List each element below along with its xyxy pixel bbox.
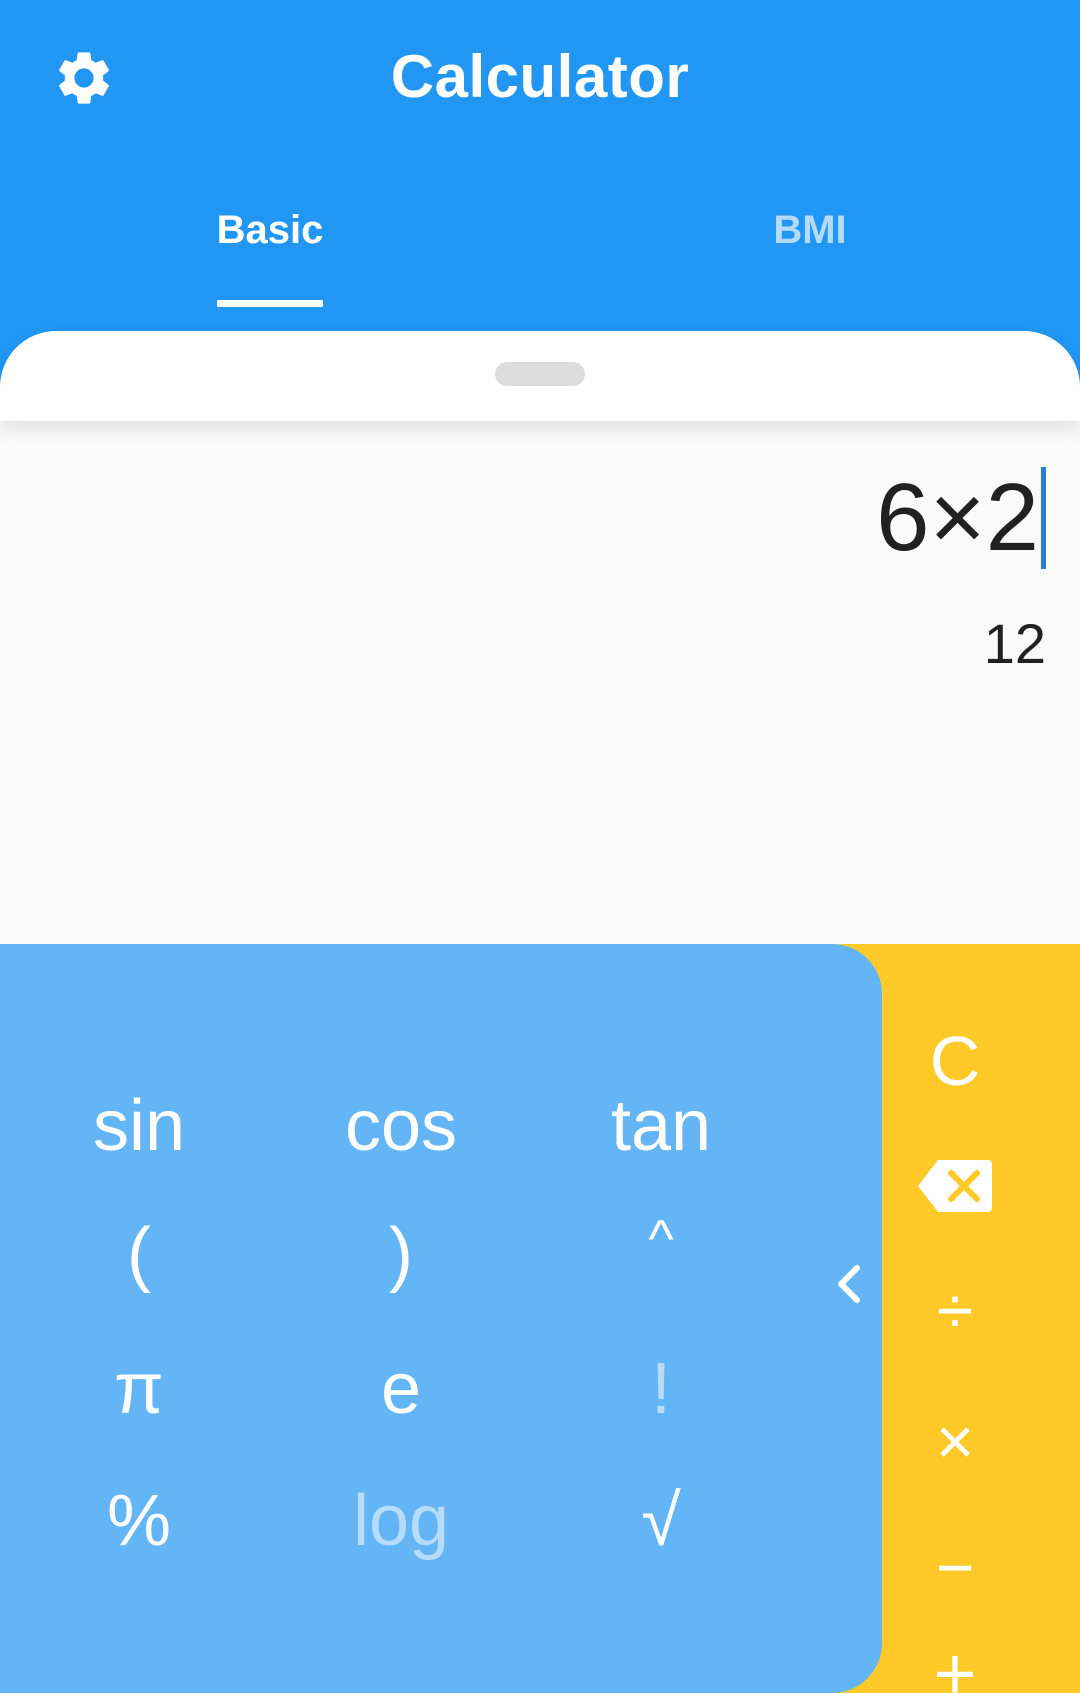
- close-paren-key[interactable]: ): [301, 1199, 501, 1309]
- plus-label: +: [933, 1632, 977, 1693]
- multiply-label: ×: [935, 1404, 975, 1478]
- power-key[interactable]: ^: [561, 1184, 761, 1294]
- sin-key[interactable]: sin: [39, 1071, 239, 1181]
- backspace-icon: [918, 1160, 992, 1212]
- multiply-key[interactable]: ×: [905, 1391, 1005, 1491]
- keypad: sin cos tan ( ) ^ π e ! % log √ C ÷ × − …: [0, 944, 1080, 1693]
- cos-key[interactable]: cos: [301, 1071, 501, 1181]
- expression-field[interactable]: 6×2: [876, 463, 1046, 573]
- page-title: Calculator: [390, 43, 690, 110]
- text-caret: [1041, 467, 1046, 569]
- divide-key[interactable]: ÷: [905, 1260, 1005, 1360]
- drag-handle[interactable]: [495, 362, 585, 386]
- factorial-key[interactable]: !: [561, 1334, 761, 1444]
- active-tab-indicator: [217, 300, 323, 307]
- tan-key[interactable]: tan: [561, 1071, 761, 1181]
- history-sheet-handle-area[interactable]: [0, 331, 1080, 421]
- open-paren-key[interactable]: (: [39, 1199, 239, 1309]
- divide-label: ÷: [936, 1273, 974, 1347]
- clear-key[interactable]: C: [905, 1011, 1005, 1111]
- collapse-panel-button[interactable]: [820, 1244, 876, 1324]
- e-key[interactable]: e: [301, 1334, 501, 1444]
- chevron-left-icon: [838, 1265, 860, 1303]
- sqrt-key[interactable]: √: [561, 1466, 761, 1576]
- plus-key[interactable]: +: [905, 1637, 1005, 1693]
- expression-text: 6×2: [876, 464, 1039, 571]
- tab-bmi[interactable]: BMI: [540, 190, 1080, 310]
- minus-key[interactable]: −: [905, 1517, 1005, 1617]
- log-key[interactable]: log: [301, 1466, 501, 1576]
- percent-key[interactable]: %: [39, 1466, 239, 1576]
- pi-key[interactable]: π: [39, 1334, 239, 1444]
- backspace-key[interactable]: [905, 1136, 1005, 1236]
- clear-label: C: [929, 1022, 981, 1100]
- tab-bar: Basic BMI: [0, 190, 1080, 310]
- calculator-app: Calculator Basic BMI 6×2 12 sin cos tan …: [0, 0, 1080, 1693]
- display-area: 6×2 12: [0, 421, 1080, 944]
- tab-basic-label: Basic: [216, 208, 324, 252]
- tab-bmi-label: BMI: [773, 208, 847, 252]
- result-preview: 12: [983, 612, 1046, 675]
- scientific-panel: sin cos tan ( ) ^ π e ! % log √: [0, 944, 882, 1693]
- tab-basic[interactable]: Basic: [0, 190, 540, 310]
- minus-label: −: [935, 1530, 975, 1604]
